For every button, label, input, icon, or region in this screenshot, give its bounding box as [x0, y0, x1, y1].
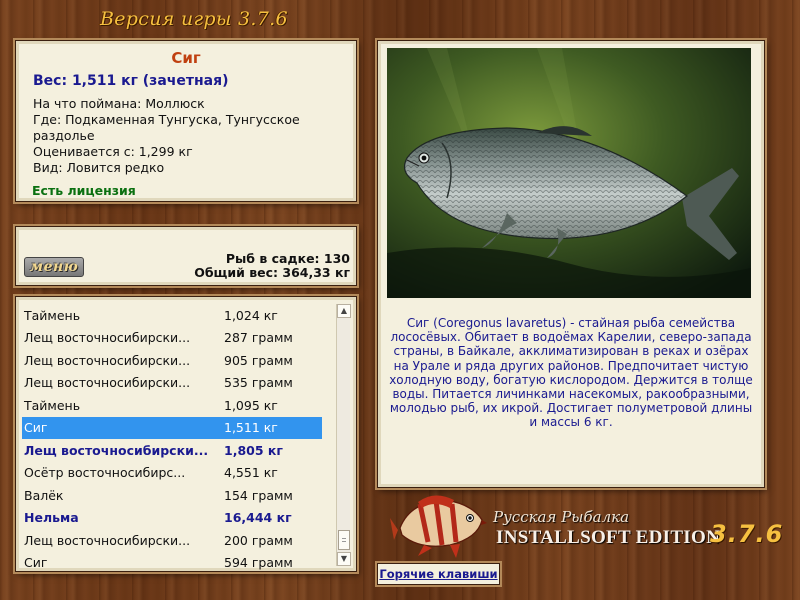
scroll-up-button[interactable]: ▲ — [337, 304, 351, 318]
logo-title: Русская Рыбалка — [493, 508, 630, 526]
triangle-up-icon: ▲ — [340, 306, 348, 315]
whitefish-image — [387, 48, 751, 298]
catch-fish-weight: 535 грамм — [224, 375, 293, 391]
game-logo: Русская Рыбалка INSTALLSOFT EDITION 3.7.… — [390, 490, 795, 560]
catch-fish-weight: 4,551 кг — [224, 465, 278, 481]
catch-row[interactable]: Лещ восточносибирски... 905 грамм — [22, 349, 322, 372]
keepnet-stats: Рыб в садке: 130 Общий вес: 364,33 кг — [194, 252, 350, 280]
fish-info-panel: Сиг Вес: 1,511 кг (зачетная) На что пойм… — [15, 40, 357, 202]
fish-description: Сиг (Coregonus lavaretus) - стайная рыба… — [389, 316, 753, 430]
fish-count: Рыб в садке: 130 — [225, 251, 350, 266]
catch-fish-name: Осётр восточносибирс... — [24, 465, 186, 481]
catch-row[interactable]: Таймень 1,095 кг — [22, 394, 322, 417]
license-status: Есть лицензия — [32, 183, 136, 198]
catch-fish-weight: 905 грамм — [224, 352, 293, 368]
catch-fish-name: Таймень — [24, 397, 81, 413]
keepnet-panel: меню Рыб в садке: 130 Общий вес: 364,33 … — [15, 226, 357, 286]
catch-list: Таймень 1,024 кг Лещ восточносибирски... 28… — [22, 304, 322, 572]
catch-fish-name: Таймень — [24, 307, 81, 323]
fish-name: Сиг — [171, 49, 201, 67]
scroll-thumb[interactable] — [338, 530, 350, 550]
bait-line: На что поймана: Моллюск — [33, 96, 205, 111]
catch-row[interactable]: Лещ восточносибирски... 1,805 кг — [22, 439, 322, 462]
catch-fish-name: Сиг — [24, 420, 48, 436]
catch-row[interactable]: Лещ восточносибирски... 535 грамм — [22, 372, 322, 395]
catch-fish-weight: 16,444 кг — [224, 510, 292, 526]
catch-row[interactable]: Нельма 16,444 кг — [22, 507, 322, 530]
logo-edition: INSTALLSOFT EDITION — [496, 527, 721, 548]
catch-fish-name: Лещ восточносибирски... — [24, 375, 191, 391]
catch-fish-name: Сиг — [24, 555, 48, 571]
valuation-line: Оценивается с: 1,299 кг — [33, 144, 193, 159]
catch-fish-name: Лещ восточносибирски... — [24, 330, 191, 346]
catch-row[interactable]: Лещ восточносибирски... 287 грамм — [22, 327, 322, 350]
catch-fish-weight: 200 грамм — [224, 532, 293, 548]
catch-fish-name: Лещ восточносибирски... — [24, 532, 191, 548]
catch-fish-name: Лещ восточносибирски... — [24, 442, 209, 458]
catch-row[interactable]: Лещ восточносибирски... 200 грамм — [22, 529, 322, 552]
catch-fish-weight: 1,805 кг — [224, 442, 283, 458]
catch-row[interactable]: Таймень 1,024 кг — [22, 304, 322, 327]
catch-list-panel: Таймень 1,024 кг Лещ восточносибирски... 28… — [15, 296, 357, 572]
catch-fish-name: Лещ восточносибирски... — [24, 352, 191, 368]
catch-fish-weight: 1,095 кг — [224, 397, 278, 413]
hotkeys-link[interactable]: Горячие клавиши — [377, 563, 500, 585]
fish-photo — [387, 48, 751, 298]
catch-fish-weight: 1,511 кг — [224, 420, 278, 436]
rarity-line: Вид: Ловится редко — [33, 160, 165, 175]
catch-fish-weight: 1,024 кг — [224, 307, 278, 323]
list-scrollbar[interactable]: ▲ ▼ — [336, 304, 351, 566]
catch-fish-name: Нельма — [24, 510, 79, 526]
catch-fish-weight: 154 грамм — [224, 487, 293, 503]
catch-fish-name: Валёк — [24, 487, 64, 503]
triangle-down-icon: ▼ — [340, 554, 348, 563]
total-weight: Общий вес: 364,33 кг — [194, 265, 350, 280]
menu-button[interactable]: меню — [24, 257, 84, 277]
catch-row[interactable]: Валёк 154 грамм — [22, 484, 322, 507]
fish-detail-panel: Сиг (Coregonus lavaretus) - стайная рыба… — [377, 40, 765, 488]
fish-weight: Вес: 1,511 кг (зачетная) — [33, 73, 229, 89]
catch-row[interactable]: Сиг 594 грамм — [22, 552, 322, 572]
catch-row[interactable]: Осётр восточносибирс... 4,551 кг — [22, 462, 322, 485]
fish-details: На что поймана: Моллюск Где: Подкаменная… — [33, 96, 343, 176]
catch-fish-weight: 287 грамм — [224, 330, 293, 346]
logo-version: 3.7.6 — [710, 520, 784, 548]
location-line: Где: Подкаменная Тунгуска, Тунгусское ра… — [33, 112, 300, 143]
scroll-down-button[interactable]: ▼ — [337, 552, 351, 566]
perch-logo-icon — [390, 495, 487, 558]
catch-fish-weight: 594 грамм — [224, 555, 293, 571]
catch-row-selected[interactable]: Сиг 1,511 кг — [22, 416, 322, 439]
game-version-title: Версия игры 3.7.6 — [100, 8, 288, 30]
